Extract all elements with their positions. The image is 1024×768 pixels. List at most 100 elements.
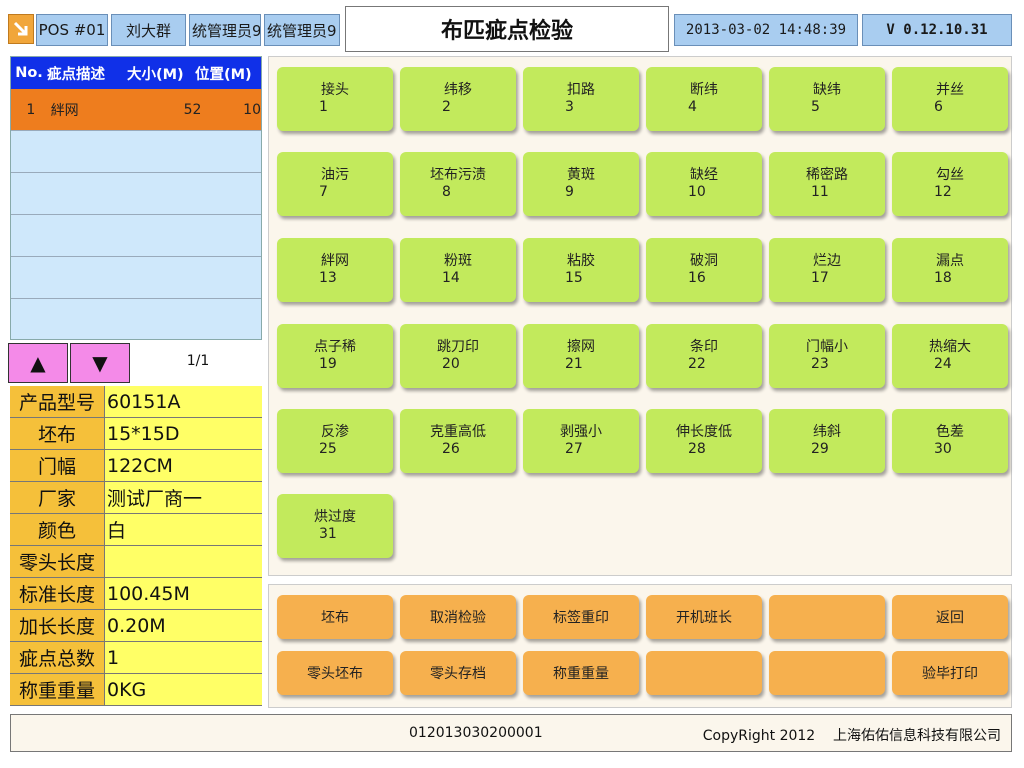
defect-button[interactable]: 烘过度 31: [277, 494, 393, 558]
list-item[interactable]: [11, 299, 261, 339]
defect-code: 13: [319, 270, 337, 286]
defect-code: 11: [811, 184, 829, 200]
defect-code: 17: [811, 270, 829, 286]
list-item[interactable]: [11, 131, 261, 173]
defect-button[interactable]: 纬移 2: [400, 67, 516, 131]
defect-code: 1: [319, 99, 328, 115]
defect-button[interactable]: 扣路 3: [523, 67, 639, 131]
top-bar: POS #01 刘大群 统管理员9 统管理员9 布匹疵点检验 2013-03-0…: [0, 0, 1024, 56]
defect-button[interactable]: 漏点 18: [892, 238, 1008, 302]
defect-code: 29: [811, 441, 829, 457]
defect-button[interactable]: 纬斜 29: [769, 409, 885, 473]
page-up-button[interactable]: ▲: [8, 343, 68, 383]
defect-button[interactable]: 剥强小 27: [523, 409, 639, 473]
defect-button[interactable]: 伸长度低 28: [646, 409, 762, 473]
info-row: 称重重量 0KG: [10, 674, 262, 706]
down-arrow-icon: ▼: [92, 351, 108, 375]
info-value: 100.45M: [105, 578, 262, 609]
defect-button[interactable]: 烂边 17: [769, 238, 885, 302]
defect-code: 20: [442, 356, 460, 372]
defect-name: 接头: [321, 82, 349, 98]
batch-serial: 012013030200001: [409, 725, 543, 741]
defect-button[interactable]: 跳刀印 20: [400, 324, 516, 388]
info-value: 测试厂商一: [105, 482, 262, 513]
col-desc: 疵点描述: [47, 66, 105, 83]
action-button[interactable]: 零头存档: [400, 651, 516, 695]
defect-button[interactable]: 点子稀 19: [277, 324, 393, 388]
defect-button[interactable]: 破洞 16: [646, 238, 762, 302]
action-button[interactable]: [769, 595, 885, 639]
menu-button[interactable]: [8, 14, 34, 44]
row-position: 10: [243, 101, 261, 118]
page-down-button[interactable]: ▼: [70, 343, 130, 383]
action-button[interactable]: 坯布: [277, 595, 393, 639]
defect-name: 絆网: [321, 253, 349, 269]
row-desc: 絆网: [50, 102, 79, 119]
col-no: No.: [15, 65, 43, 81]
product-info-table: 产品型号 60151A 坯布 15*15D 门幅 122CM 厂家 测试厂商一 颜色白零头长度标…: [10, 386, 262, 706]
action-button[interactable]: 返回: [892, 595, 1008, 639]
defect-name: 反渗: [321, 424, 349, 440]
defect-button[interactable]: 油污 7: [277, 152, 393, 216]
action-button[interactable]: 验毕打印: [892, 651, 1008, 695]
action-button[interactable]: 取消检验: [400, 595, 516, 639]
list-item[interactable]: 1 絆网 52 10: [11, 89, 261, 131]
defect-button[interactable]: 断纬 4: [646, 67, 762, 131]
action-button[interactable]: [769, 651, 885, 695]
defect-name: 擦网: [567, 339, 595, 355]
defect-name: 克重高低: [430, 424, 486, 440]
defect-code: 5: [811, 99, 820, 115]
info-label: 标准长度: [10, 578, 105, 609]
action-button[interactable]: 称重重量: [523, 651, 639, 695]
defect-code: 6: [934, 99, 943, 115]
defect-button[interactable]: 絆网 13: [277, 238, 393, 302]
defect-button[interactable]: 反渗 25: [277, 409, 393, 473]
info-label: 零头长度: [10, 546, 105, 577]
defect-button[interactable]: 黄斑 9: [523, 152, 639, 216]
copyright: CopyRight 2012 上海佑佑信息科技有限公司: [702, 728, 1001, 744]
info-label: 厂家: [10, 482, 105, 513]
action-button-panel: 坯布 取消检验 标签重印 开机班长 返回零头坯布 零头存档 称重重量 验毕打印: [268, 584, 1012, 708]
defect-code: 18: [934, 270, 952, 286]
list-item[interactable]: [11, 173, 261, 215]
defect-code: 14: [442, 270, 460, 286]
defect-button[interactable]: 条印 22: [646, 324, 762, 388]
defect-button[interactable]: 擦网 21: [523, 324, 639, 388]
info-row: 零头长度: [10, 546, 262, 578]
datetime: 2013-03-02 14:48:39: [674, 14, 858, 46]
defect-button[interactable]: 稀密路 11: [769, 152, 885, 216]
defect-button[interactable]: 勾丝 12: [892, 152, 1008, 216]
defect-name: 伸长度低: [676, 424, 732, 440]
defect-button[interactable]: 门幅小 23: [769, 324, 885, 388]
defect-name: 粘胶: [567, 253, 595, 269]
defect-button[interactable]: 并丝 6: [892, 67, 1008, 131]
info-label: 门幅: [10, 450, 105, 481]
version: V 0.12.10.31: [862, 14, 1012, 46]
action-button[interactable]: 标签重印: [523, 595, 639, 639]
defect-button[interactable]: 热缩大 24: [892, 324, 1008, 388]
page-indicator: 1/1: [186, 353, 210, 369]
arrow-down-right-icon: [13, 21, 28, 36]
action-button[interactable]: [646, 651, 762, 695]
info-value: [105, 546, 262, 577]
defect-code: 28: [688, 441, 706, 457]
page-title: 布匹疵点检验: [345, 6, 669, 52]
defect-name: 剥强小: [560, 424, 602, 440]
defect-button[interactable]: 色差 30: [892, 409, 1008, 473]
defect-button[interactable]: 缺纬 5: [769, 67, 885, 131]
list-item[interactable]: [11, 257, 261, 299]
defect-name: 缺经: [690, 167, 718, 183]
defect-button[interactable]: 缺经 10: [646, 152, 762, 216]
defect-button[interactable]: 坯布污渍 8: [400, 152, 516, 216]
info-label: 颜色: [10, 514, 105, 545]
defect-code: 15: [565, 270, 583, 286]
list-item[interactable]: [11, 215, 261, 257]
action-button[interactable]: 开机班长: [646, 595, 762, 639]
defect-button[interactable]: 接头 1: [277, 67, 393, 131]
defect-button[interactable]: 粉斑 14: [400, 238, 516, 302]
defect-button[interactable]: 粘胶 15: [523, 238, 639, 302]
info-label: 称重重量: [10, 674, 105, 705]
defect-name: 热缩大: [929, 339, 971, 355]
action-button[interactable]: 零头坯布: [277, 651, 393, 695]
defect-button[interactable]: 克重高低 26: [400, 409, 516, 473]
